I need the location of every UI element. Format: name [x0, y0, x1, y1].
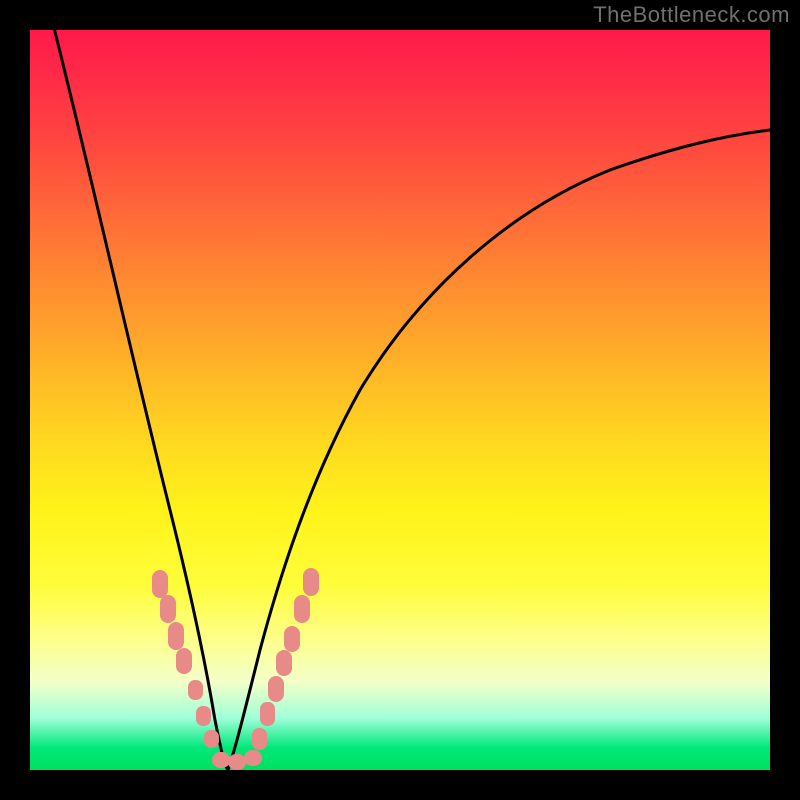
marker-point — [252, 728, 267, 750]
watermark-text: TheBottleneck.com — [593, 2, 790, 28]
marker-point — [160, 595, 176, 623]
marker-point — [196, 706, 211, 726]
marker-point — [276, 650, 292, 676]
marker-point — [260, 702, 275, 726]
marker-point — [284, 626, 300, 652]
marker-point — [204, 730, 219, 748]
chart-container: TheBottleneck.com — [0, 0, 800, 800]
marker-point — [303, 568, 319, 596]
marker-point — [168, 622, 184, 650]
marker-point — [212, 752, 230, 768]
marker-point — [152, 570, 168, 598]
marker-point — [268, 676, 284, 702]
highlight-markers — [30, 30, 770, 770]
marker-point — [188, 680, 203, 700]
marker-point — [228, 754, 246, 770]
marker-point — [244, 750, 262, 766]
marker-point — [294, 595, 310, 623]
plot-area — [30, 30, 770, 770]
marker-point — [176, 648, 192, 674]
